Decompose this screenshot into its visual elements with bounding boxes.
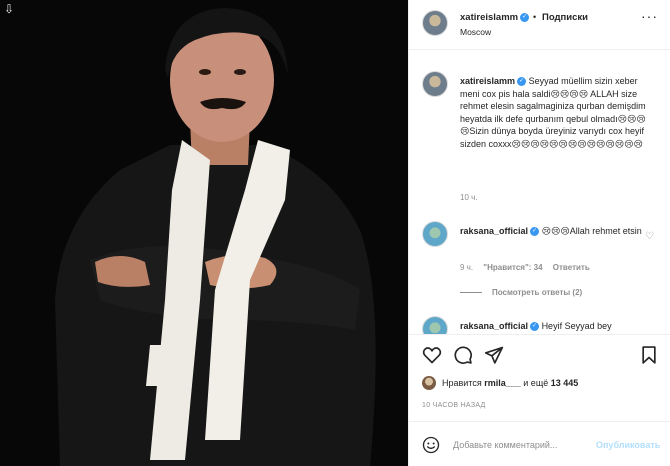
comment-likes[interactable]: "Нравится": 34 — [483, 263, 542, 272]
publish-button[interactable]: Опубликовать — [596, 440, 660, 450]
bookmark-icon[interactable] — [639, 345, 659, 365]
down-arrow-icon[interactable]: ⇩ — [2, 2, 16, 16]
comment-body: raksana_official ✓ Heyif Seyyad bey — [460, 320, 655, 333]
liker-avatar[interactable] — [422, 376, 436, 390]
verified-badge-icon: ✓ — [517, 77, 527, 87]
liker-username[interactable]: rmila___ — [484, 378, 521, 388]
comment-text: Heyif Seyyad bey — [541, 321, 612, 331]
replies-line — [460, 292, 482, 294]
caption-time[interactable]: 10 ч. — [460, 193, 478, 202]
comment-text: 😢😢😢Allah rehmet etsin — [541, 226, 642, 236]
reply-button[interactable]: Ответить — [553, 263, 590, 272]
header-separator: • — [533, 12, 537, 22]
comment-like-icon[interactable]: ♡ — [645, 231, 654, 242]
view-replies-button[interactable]: Посмотреть ответы (2) — [460, 288, 582, 297]
author-avatar[interactable] — [422, 10, 448, 36]
comment-username[interactable]: raksana_official — [460, 321, 528, 331]
comment-avatar[interactable] — [422, 316, 448, 334]
caption-avatar[interactable] — [422, 71, 448, 97]
likes-text: Нравится rmila___ и ещё 13 445 — [442, 378, 578, 388]
verified-badge-icon: ✓ — [520, 12, 530, 22]
author-username[interactable]: xatireislamm ✓ — [460, 12, 530, 23]
comments-list[interactable]: xatireislamm ✓ Seyyad müellim sizin xeber… — [409, 51, 670, 334]
caption-meta: 10 ч. — [460, 193, 486, 202]
following-button[interactable]: Подписки — [542, 12, 588, 23]
comment-avatar[interactable] — [422, 221, 448, 247]
likes-summary[interactable]: Нравится rmila___ и ещё 13 445 — [422, 374, 662, 394]
likes-prefix: Нравится — [442, 378, 482, 388]
comment-composer: Опубликовать — [409, 421, 670, 466]
verified-badge-icon: ✓ — [530, 322, 540, 332]
more-icon[interactable]: ··· — [641, 8, 658, 24]
caption-text: Seyyad müellim sizin xeber meni cox pis … — [460, 76, 646, 149]
view-replies-label: Посмотреть ответы (2) — [492, 288, 583, 297]
comment-icon[interactable] — [453, 345, 473, 365]
likes-middle: и ещё — [523, 378, 549, 388]
caption-username[interactable]: xatireislamm — [460, 76, 515, 86]
comment-meta: 9 ч. "Нравится": 34 Ответить — [460, 263, 598, 272]
comment-input[interactable] — [453, 436, 593, 454]
action-bar — [409, 334, 670, 374]
likes-count[interactable]: 13 445 — [551, 378, 579, 388]
comment-username[interactable]: raksana_official — [460, 226, 528, 236]
post-header: xatireislamm ✓ • Подписки Moscow ··· — [409, 0, 670, 50]
comment-body: raksana_official ✓ 😢😢😢Allah rehmet etsin — [460, 225, 655, 238]
post-location[interactable]: Moscow — [460, 27, 491, 37]
smiley-icon[interactable] — [422, 436, 440, 454]
post-panel: xatireislamm ✓ • Подписки Moscow ··· xati… — [408, 0, 670, 466]
heart-icon[interactable] — [422, 345, 442, 365]
post-timestamp[interactable]: 10 ЧАСОВ НАЗАД — [422, 402, 486, 409]
share-icon[interactable] — [484, 345, 504, 365]
comment-time[interactable]: 9 ч. — [460, 263, 473, 272]
caption-body: xatireislamm ✓ Seyyad müellim sizin xeber… — [460, 75, 655, 150]
post-photo[interactable]: ⇩ — [0, 0, 408, 466]
verified-badge-icon: ✓ — [530, 227, 540, 237]
portrait-illustration — [0, 0, 408, 466]
